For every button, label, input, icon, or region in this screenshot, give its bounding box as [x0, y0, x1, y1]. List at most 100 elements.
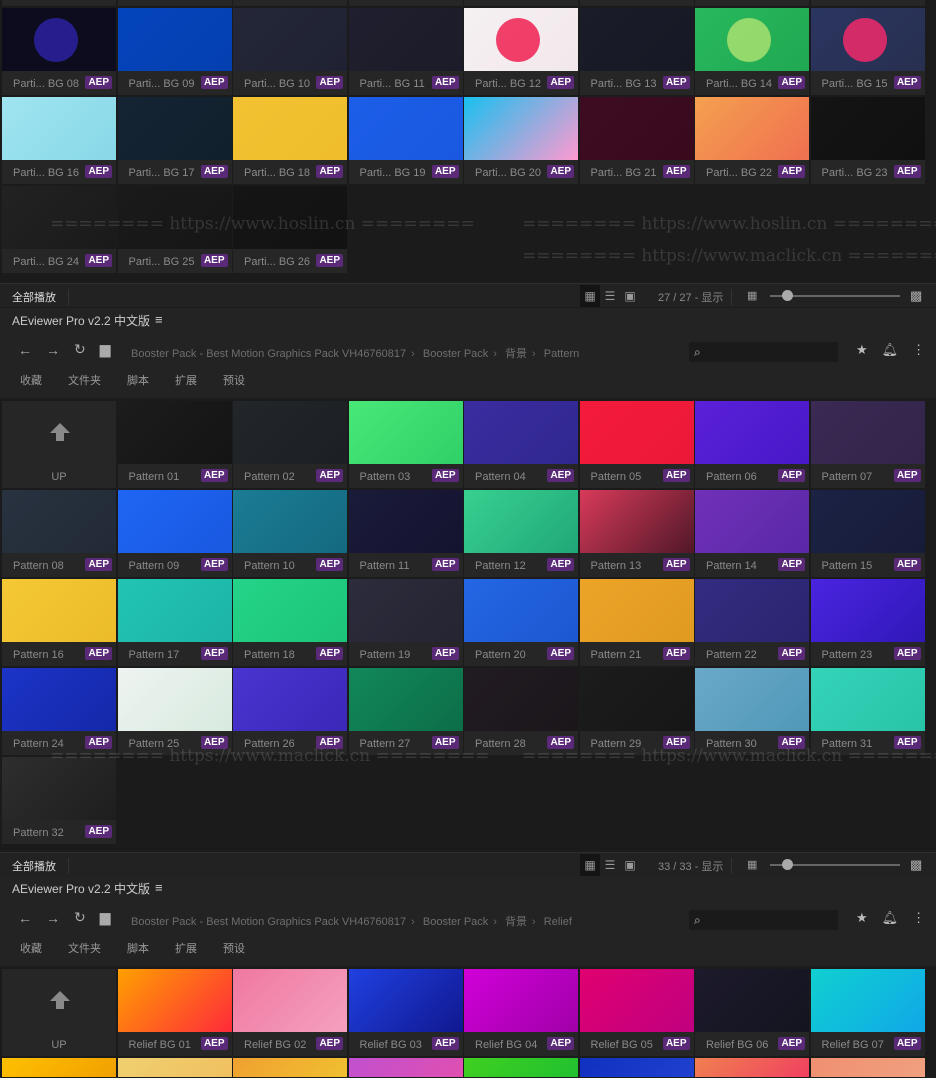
- asset-tile[interactable]: Parti... BG 19 AEP: [348, 97, 463, 184]
- forward-icon[interactable]: →: [46, 910, 60, 926]
- play-all-button[interactable]: 全部播放: [12, 858, 69, 874]
- asset-tile[interactable]: Pattern 07 AEP: [810, 401, 925, 488]
- asset-tile[interactable]: Pattern 06 AEP: [695, 401, 809, 488]
- more-icon[interactable]: ⋮: [912, 910, 925, 926]
- preview-view-icon[interactable]: ▣: [620, 285, 640, 307]
- asset-tile[interactable]: Parti... BG 12 AEP: [464, 8, 578, 95]
- asset-tile[interactable]: Parti... BG 04AEP: [464, 0, 578, 6]
- asset-tile[interactable]: Pattern 16 AEP: [2, 579, 116, 666]
- asset-tile[interactable]: Pattern 24 AEP: [2, 668, 116, 755]
- asset-tile[interactable]: Parti... BG 05AEP: [579, 0, 694, 6]
- bell-icon[interactable]: 🔔︎: [882, 342, 899, 358]
- slider-knob[interactable]: [782, 290, 793, 301]
- search-input[interactable]: ⌕: [689, 910, 838, 930]
- asset-tile[interactable]: Parti... BG 21 AEP: [579, 97, 694, 184]
- large-thumbs-icon[interactable]: ▩: [910, 857, 922, 873]
- asset-tile[interactable]: Parti... BG 08 AEP: [2, 8, 116, 95]
- asset-tile[interactable]: Pattern 20 AEP: [464, 579, 578, 666]
- thumbnail-size-slider[interactable]: [770, 859, 900, 870]
- breadcrumb-item[interactable]: Booster Pack: [423, 348, 488, 360]
- asset-tile[interactable]: Pattern 01 AEP: [117, 401, 232, 488]
- asset-tile[interactable]: Parti... BG 20 AEP: [464, 97, 578, 184]
- asset-tile[interactable]: Parti... BG 02AEP: [233, 0, 347, 6]
- tab-folders[interactable]: 文件夹: [68, 372, 101, 388]
- tab-favorites[interactable]: 收藏: [20, 372, 42, 388]
- search-input[interactable]: ⌕: [689, 342, 838, 362]
- grid-view-icon[interactable]: ▦: [580, 285, 600, 307]
- back-icon[interactable]: ←: [18, 342, 32, 358]
- asset-tile[interactable]: Parti... BG 03AEP: [348, 0, 463, 6]
- asset-tile[interactable]: Parti... BG 11 AEP: [348, 8, 463, 95]
- menu-icon[interactable]: ≡: [155, 312, 163, 327]
- asset-tile[interactable]: [348, 1058, 463, 1077]
- asset-tile[interactable]: Relief BG 02 AEP: [233, 969, 347, 1056]
- asset-tile[interactable]: Parti... BG 17 AEP: [117, 97, 232, 184]
- asset-tile[interactable]: Pattern 18 AEP: [233, 579, 347, 666]
- asset-tile[interactable]: Pattern 26 AEP: [233, 668, 347, 755]
- asset-tile[interactable]: Relief BG 07 AEP: [810, 969, 925, 1056]
- asset-tile[interactable]: Parti... BG 13 AEP: [579, 8, 694, 95]
- asset-tile[interactable]: Relief BG 04 AEP: [464, 969, 578, 1056]
- asset-tile[interactable]: [117, 1058, 232, 1077]
- star-icon[interactable]: ★: [856, 342, 868, 358]
- asset-tile[interactable]: Pattern 14 AEP: [695, 490, 809, 577]
- asset-tile[interactable]: [810, 1058, 925, 1077]
- breadcrumb-item[interactable]: 背景: [505, 916, 527, 928]
- asset-tile[interactable]: Parti... BG 22 AEP: [695, 97, 809, 184]
- asset-tile[interactable]: Pattern 05 AEP: [579, 401, 694, 488]
- asset-tile[interactable]: Parti... BG 06AEP: [695, 0, 809, 6]
- tab-presets[interactable]: 预设: [223, 940, 245, 956]
- grid-view-icon[interactable]: ▦: [580, 854, 600, 876]
- list-view-icon[interactable]: ☰: [600, 854, 620, 876]
- asset-tile[interactable]: Pattern 02 AEP: [233, 401, 347, 488]
- slider-knob[interactable]: [782, 859, 793, 870]
- asset-tile[interactable]: Pattern 23 AEP: [810, 579, 925, 666]
- play-all-button[interactable]: 全部播放: [12, 289, 69, 305]
- asset-tile[interactable]: Parti... BG 23 AEP: [810, 97, 925, 184]
- refresh-icon[interactable]: ↻: [74, 909, 86, 926]
- asset-tile[interactable]: Parti... BG 14 AEP: [695, 8, 809, 95]
- asset-tile[interactable]: Pattern 22 AEP: [695, 579, 809, 666]
- asset-tile[interactable]: Parti... BG 15 AEP: [810, 8, 925, 95]
- tab-folders[interactable]: 文件夹: [68, 940, 101, 956]
- asset-tile[interactable]: Pattern 03 AEP: [348, 401, 463, 488]
- asset-tile[interactable]: Pattern 27 AEP: [348, 668, 463, 755]
- asset-tile[interactable]: Parti... BG 24 AEP: [2, 186, 116, 273]
- more-icon[interactable]: ⋮: [912, 342, 925, 358]
- tab-favorites[interactable]: 收藏: [20, 940, 42, 956]
- tab-scripts[interactable]: 脚本: [127, 940, 149, 956]
- list-view-icon[interactable]: ☰: [600, 285, 620, 307]
- asset-tile[interactable]: Parti... BG 26 AEP: [233, 186, 347, 273]
- asset-tile[interactable]: Pattern 19 AEP: [348, 579, 463, 666]
- asset-tile[interactable]: Pattern 21 AEP: [579, 579, 694, 666]
- asset-tile[interactable]: Pattern 13 AEP: [579, 490, 694, 577]
- star-icon[interactable]: ★: [856, 910, 868, 926]
- breadcrumb-item[interactable]: Relief: [544, 916, 572, 928]
- asset-tile[interactable]: Parti... BG 09 AEP: [117, 8, 232, 95]
- tab-scripts[interactable]: 脚本: [127, 372, 149, 388]
- asset-tile[interactable]: Relief BG 05 AEP: [579, 969, 694, 1056]
- asset-tile[interactable]: Relief BG 03 AEP: [348, 969, 463, 1056]
- asset-tile[interactable]: Pattern 04 AEP: [464, 401, 578, 488]
- up-folder-button[interactable]: UP: [2, 969, 116, 1056]
- refresh-icon[interactable]: ↻: [74, 341, 86, 358]
- asset-tile[interactable]: [579, 1058, 694, 1077]
- folder-icon[interactable]: ▆: [100, 341, 111, 358]
- thumbnail-size-slider[interactable]: [770, 290, 900, 301]
- asset-tile[interactable]: Pattern 28 AEP: [464, 668, 578, 755]
- asset-tile[interactable]: Pattern 29 AEP: [579, 668, 694, 755]
- menu-icon[interactable]: ≡: [155, 880, 163, 895]
- asset-tile[interactable]: Relief BG 06 AEP: [695, 969, 809, 1056]
- asset-tile[interactable]: Parti... BG 16 AEP: [2, 97, 116, 184]
- asset-tile[interactable]: Parti... BG 10 AEP: [233, 8, 347, 95]
- asset-tile[interactable]: Pattern 10 AEP: [233, 490, 347, 577]
- asset-tile[interactable]: Pattern 32 AEP: [2, 757, 116, 844]
- asset-tile[interactable]: Pattern 17 AEP: [117, 579, 232, 666]
- folder-icon[interactable]: ▆: [100, 909, 111, 926]
- breadcrumb-item[interactable]: Booster Pack - Best Motion Graphics Pack…: [131, 348, 406, 360]
- back-icon[interactable]: ←: [18, 910, 32, 926]
- large-thumbs-icon[interactable]: ▩: [910, 288, 922, 304]
- breadcrumb-item[interactable]: 背景: [505, 348, 527, 360]
- small-thumbs-icon[interactable]: ▦: [747, 858, 757, 871]
- bell-icon[interactable]: 🔔︎: [882, 910, 899, 926]
